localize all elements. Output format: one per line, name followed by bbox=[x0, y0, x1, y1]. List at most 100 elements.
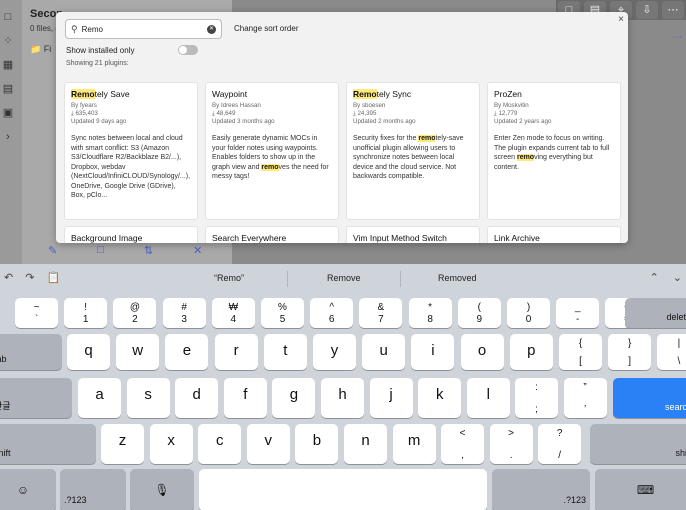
tab-key[interactable]: tab bbox=[0, 334, 62, 370]
key-][interactable]: }] bbox=[608, 334, 652, 370]
key-\[interactable]: | \ bbox=[657, 334, 686, 370]
files-icon[interactable]: □ bbox=[1, 10, 15, 24]
plugin-card[interactable]: ProZen By Moskvitin ⤓ 12,779 Updated 2 year… bbox=[487, 82, 621, 220]
delete-key[interactable]: delete bbox=[625, 298, 686, 328]
key-s[interactable]: s bbox=[126, 378, 170, 418]
key-a[interactable]: a bbox=[78, 378, 121, 418]
plugin-card[interactable]: Remotely Sync By sboesen ⤓ 24,395 Updated 2… bbox=[346, 82, 480, 220]
new-note-icon[interactable]: ✎ bbox=[48, 244, 57, 257]
key-p[interactable]: p bbox=[509, 334, 553, 370]
chevron-up-icon[interactable]: ⌃ bbox=[650, 271, 659, 284]
key-b[interactable]: b bbox=[295, 424, 339, 464]
dictation-key[interactable]: 🎙 bbox=[130, 469, 194, 510]
plugin-description: Easily generate dynamic MOCs in your fol… bbox=[212, 135, 329, 180]
key-z[interactable]: z bbox=[101, 424, 144, 464]
key-j[interactable]: j bbox=[369, 378, 413, 418]
key-e[interactable]: e bbox=[165, 334, 209, 370]
suggestion-2[interactable]: Remove bbox=[327, 273, 361, 283]
collapse-icon[interactable]: ✕ bbox=[193, 244, 202, 257]
key-6[interactable]: ^ 6 bbox=[310, 298, 354, 328]
plugin-card[interactable]: Vim Input Method Switch bbox=[346, 226, 480, 243]
key-1[interactable]: ! 1 bbox=[64, 298, 108, 328]
key-q[interactable]: q bbox=[67, 334, 110, 370]
suggestion-3[interactable]: Removed bbox=[438, 273, 477, 283]
suggestion-1[interactable]: “Remo” bbox=[214, 273, 244, 283]
more-icon[interactable]: ⋯ bbox=[662, 1, 684, 19]
more-options-icon[interactable]: ⋯ bbox=[672, 32, 682, 43]
redo-icon[interactable]: ↷ bbox=[25, 271, 34, 284]
key-char: , bbox=[461, 450, 464, 461]
clear-icon[interactable]: ✕ bbox=[207, 24, 216, 34]
key-f[interactable]: f bbox=[223, 378, 267, 418]
search-box[interactable]: ⚲ ✕ bbox=[65, 19, 222, 39]
key-w[interactable]: w bbox=[116, 334, 160, 370]
key-`[interactable]: ~ ` bbox=[15, 298, 58, 328]
emoji-key[interactable]: ☺ bbox=[0, 469, 56, 510]
new-folder-icon[interactable]: □ bbox=[97, 244, 104, 257]
search-input[interactable] bbox=[81, 24, 207, 34]
plugin-card[interactable]: Background Image bbox=[64, 226, 198, 243]
graph-icon[interactable]: ⁘ bbox=[1, 34, 15, 48]
paste-icon[interactable]: 📋 bbox=[46, 271, 60, 284]
key-l[interactable]: l bbox=[466, 378, 510, 418]
numbers-key[interactable]: .?123 bbox=[60, 469, 126, 510]
folder-icon: 📁 bbox=[30, 44, 42, 54]
space-key[interactable] bbox=[199, 469, 487, 510]
plugin-card[interactable]: Waypoint By Idrees Hassan ⤓ 48,649 Updated … bbox=[205, 82, 339, 220]
download-icon[interactable]: ⇩ bbox=[636, 1, 658, 19]
suggestion-bar: ↶ ↷ 📋 “Remo” Remove Removed ⌃ ⌄ bbox=[0, 264, 686, 294]
key-n[interactable]: n bbox=[344, 424, 387, 464]
plugin-card[interactable]: Remotely Save By fyears ⤓ 635,403 Updated 9… bbox=[64, 82, 198, 220]
sort-order-button[interactable]: Change sort order bbox=[234, 24, 298, 33]
key-4[interactable]: ₩4 bbox=[211, 298, 255, 328]
copy-icon[interactable]: ▣ bbox=[1, 106, 15, 120]
key-x[interactable]: x bbox=[149, 424, 193, 464]
plugin-card[interactable]: Link Archive bbox=[487, 226, 621, 243]
language-key[interactable]: 한글 bbox=[0, 378, 72, 418]
key-v[interactable]: v bbox=[246, 424, 290, 464]
key-g[interactable]: g bbox=[272, 378, 316, 418]
key-5[interactable]: % 5 bbox=[261, 298, 304, 328]
folder-item[interactable]: 📁 Fi bbox=[30, 44, 51, 55]
sort-icon[interactable]: ⇅ bbox=[144, 244, 153, 257]
grid-icon[interactable]: ▦ bbox=[1, 58, 15, 72]
shift-key[interactable]: shift bbox=[0, 424, 96, 464]
key-d[interactable]: d bbox=[175, 378, 219, 418]
key-i[interactable]: i bbox=[411, 334, 455, 370]
key-h[interactable]: h bbox=[321, 378, 364, 418]
key-.[interactable]: >. bbox=[489, 424, 533, 464]
key-3[interactable]: #3 bbox=[162, 298, 206, 328]
key-y[interactable]: y bbox=[313, 334, 356, 370]
plugin-title: ProZen bbox=[494, 89, 522, 99]
key-m[interactable]: m bbox=[392, 424, 436, 464]
calendar-icon[interactable]: ▤ bbox=[1, 82, 15, 96]
key-t[interactable]: t bbox=[263, 334, 307, 370]
key--[interactable]: _ - bbox=[556, 298, 600, 328]
key-7[interactable]: & 7 bbox=[359, 298, 403, 328]
hide-keyboard-key[interactable]: ⌨ bbox=[595, 469, 686, 510]
search-key[interactable]: search bbox=[613, 378, 686, 418]
key-;[interactable]: :; bbox=[515, 378, 558, 418]
key-char: 6 bbox=[328, 314, 335, 325]
terminal-icon[interactable]: › bbox=[1, 130, 15, 144]
key-c[interactable]: c bbox=[198, 424, 242, 464]
key-’[interactable]: ”’ bbox=[563, 378, 607, 418]
key-0[interactable]: ) 0 bbox=[507, 298, 550, 328]
key-u[interactable]: u bbox=[362, 334, 406, 370]
key-8[interactable]: * 8 bbox=[408, 298, 452, 328]
key-/[interactable]: ? / bbox=[538, 424, 582, 464]
key-k[interactable]: k bbox=[418, 378, 462, 418]
show-installed-toggle[interactable] bbox=[178, 45, 198, 55]
key-[[interactable]: {[ bbox=[559, 334, 602, 370]
numbers-key-right[interactable]: .?123 bbox=[492, 469, 590, 510]
undo-icon[interactable]: ↶ bbox=[4, 271, 13, 284]
plugin-card[interactable]: Search Everywhere bbox=[205, 226, 339, 243]
key-9[interactable]: (9 bbox=[457, 298, 501, 328]
chevron-down-icon[interactable]: ⌄ bbox=[673, 271, 682, 284]
key-r[interactable]: r bbox=[214, 334, 258, 370]
close-icon[interactable]: × bbox=[618, 14, 624, 25]
key-o[interactable]: o bbox=[460, 334, 504, 370]
key-2[interactable]: @2 bbox=[113, 298, 157, 328]
key-,[interactable]: <, bbox=[441, 424, 484, 464]
shift-key-right[interactable]: shift bbox=[590, 424, 686, 464]
